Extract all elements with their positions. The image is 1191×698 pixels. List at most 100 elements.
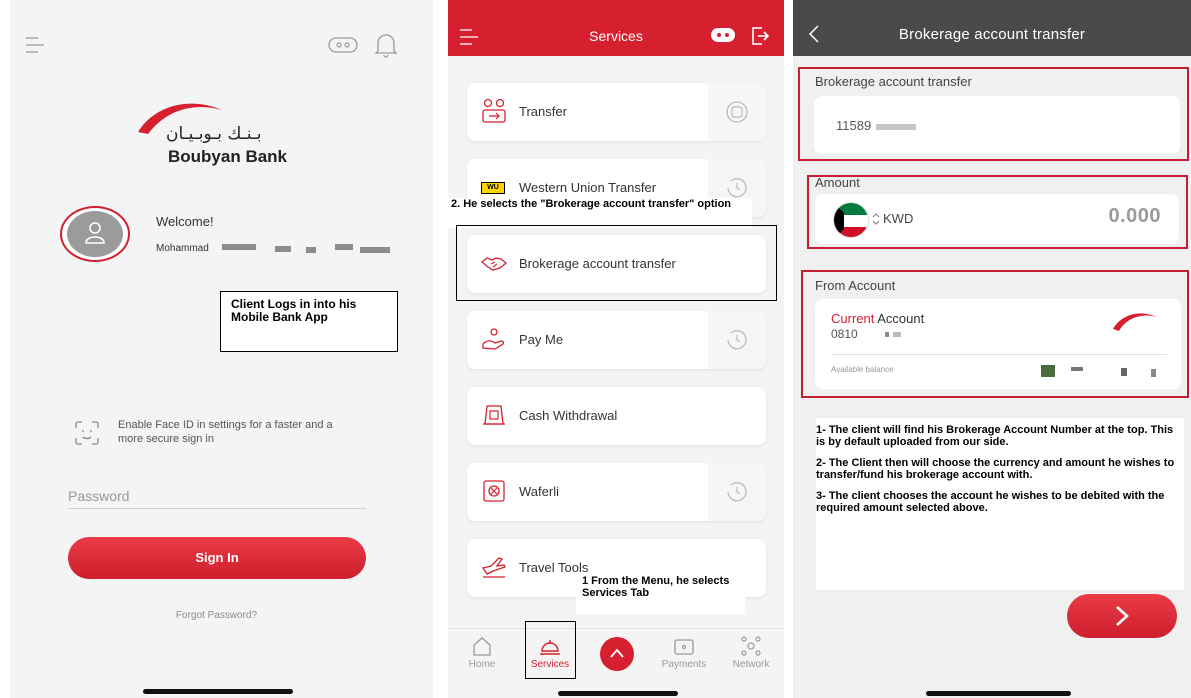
menu-icon[interactable] bbox=[26, 36, 44, 54]
chat-bot-icon[interactable] bbox=[328, 36, 358, 56]
from-account-label: From Account bbox=[815, 278, 896, 293]
instruction-3: 3- The client chooses the account he wis… bbox=[816, 490, 1165, 514]
notification-bell-icon[interactable] bbox=[374, 32, 398, 58]
airplane-icon bbox=[481, 557, 506, 578]
service-label: Transfer bbox=[519, 104, 567, 119]
instructions-callout: 1- The client will find his Brokerage Ac… bbox=[816, 418, 1184, 590]
kuwait-flag-icon bbox=[833, 202, 869, 238]
currency-code[interactable]: KWD bbox=[883, 211, 913, 226]
instruction-2: 2- The Client then will choose the curre… bbox=[816, 457, 1175, 481]
home-indicator bbox=[143, 689, 293, 694]
redacted-name bbox=[222, 244, 256, 250]
service-pay-me[interactable]: Pay Me bbox=[467, 311, 766, 369]
step-callout-services-tab: 1 From the Menu, he selects Services Tab bbox=[576, 574, 745, 614]
services-tab-highlight-box bbox=[525, 621, 576, 679]
password-underline bbox=[68, 508, 366, 509]
center-menu-button[interactable] bbox=[600, 637, 634, 671]
waferli-icon bbox=[483, 480, 505, 502]
user-icon bbox=[85, 222, 105, 244]
tab-network[interactable]: Network bbox=[721, 635, 781, 670]
home-indicator bbox=[558, 691, 678, 696]
redacted-name bbox=[335, 244, 353, 250]
next-button[interactable] bbox=[1067, 594, 1177, 638]
amount-field[interactable]: KWD 0.000 bbox=[815, 194, 1179, 244]
brokerage-header: Brokerage account transfer bbox=[793, 0, 1191, 56]
redacted-balance bbox=[1121, 368, 1127, 376]
western-union-logo: WU bbox=[481, 182, 505, 194]
chat-bot-icon[interactable] bbox=[710, 27, 736, 45]
history-icon bbox=[727, 330, 747, 350]
services-header: Services bbox=[448, 0, 784, 56]
chevron-up-icon bbox=[610, 648, 624, 658]
redacted-account bbox=[893, 332, 901, 337]
home-indicator bbox=[926, 691, 1071, 696]
login-screen: بـنـك بـوبـيـان Boubyan Bank Welcome! Mo… bbox=[10, 0, 433, 698]
pay-me-icon bbox=[482, 328, 505, 350]
bank-name: Boubyan Bank bbox=[168, 147, 288, 166]
redacted-account bbox=[885, 332, 889, 337]
tab-home[interactable]: Home bbox=[452, 635, 512, 670]
brokerage-account-number: 11589 bbox=[836, 118, 872, 133]
page-title: Brokerage account transfer bbox=[898, 26, 1086, 43]
chevron-right-icon bbox=[1116, 606, 1129, 626]
bank-logo: بـنـك بـوبـيـان Boubyan Bank bbox=[130, 96, 320, 168]
quick-action[interactable] bbox=[708, 83, 766, 141]
home-icon bbox=[473, 637, 491, 656]
logout-icon[interactable] bbox=[750, 26, 770, 46]
account-type-highlight: Current bbox=[831, 311, 875, 326]
step-callout-select-brokerage: 2. He selects the "Brokerage account tra… bbox=[448, 198, 752, 228]
quick-action[interactable] bbox=[708, 463, 766, 521]
service-label: Travel Tools bbox=[519, 560, 589, 575]
tab-payments[interactable]: Payments bbox=[654, 635, 714, 670]
forgot-password-link[interactable]: Forgot Password? bbox=[10, 610, 423, 621]
redacted-account bbox=[876, 124, 916, 130]
history-icon bbox=[727, 482, 747, 502]
redacted-name bbox=[275, 246, 291, 252]
cycle-arrows-icon bbox=[726, 101, 748, 123]
from-account-card[interactable]: Current Account 0810 Available balance bbox=[815, 299, 1181, 389]
from-account-number: 0810 bbox=[831, 327, 858, 341]
account-type-rest: Account bbox=[874, 311, 925, 326]
redacted-balance bbox=[1041, 365, 1055, 377]
quick-action[interactable] bbox=[708, 311, 766, 369]
service-transfer[interactable]: Transfer bbox=[467, 83, 766, 141]
tab-label: Home bbox=[468, 659, 496, 670]
wallet-icon bbox=[674, 639, 694, 655]
brokerage-transfer-screen: Brokerage account transfer Brokerage acc… bbox=[793, 0, 1191, 698]
tab-label: Network bbox=[732, 659, 770, 670]
welcome-text: Welcome! bbox=[156, 214, 214, 229]
redacted-balance bbox=[1151, 369, 1156, 377]
account-type: Current Account bbox=[831, 311, 924, 326]
amount-label: Amount bbox=[815, 175, 860, 190]
redacted-name bbox=[306, 247, 316, 253]
face-id-icon[interactable] bbox=[74, 420, 100, 446]
card-divider bbox=[831, 354, 1167, 355]
step-callout-login: Client Logs in into his Mobile Bank App bbox=[220, 291, 398, 352]
service-label: Pay Me bbox=[519, 332, 564, 347]
amount-input[interactable]: 0.000 bbox=[1108, 205, 1161, 228]
tab-label: Payments bbox=[661, 659, 707, 670]
currency-selector-icon[interactable] bbox=[871, 212, 881, 226]
bank-name-arabic: بـنـك بـوبـيـان bbox=[166, 124, 262, 144]
username: Mohammad bbox=[156, 243, 209, 254]
service-cash-withdrawal[interactable]: Cash Withdrawal bbox=[467, 387, 766, 445]
transfer-icon bbox=[482, 98, 506, 123]
face-id-prompt[interactable]: Enable Face ID in settings for a faster … bbox=[118, 419, 358, 447]
password-input[interactable]: Password bbox=[68, 488, 129, 504]
logo-swoosh-icon bbox=[1113, 313, 1157, 331]
brokerage-highlight-box bbox=[456, 225, 777, 301]
service-label: Waferli bbox=[519, 484, 559, 499]
brokerage-account-field[interactable]: 11589 bbox=[814, 96, 1180, 154]
redacted-name bbox=[360, 247, 390, 253]
brokerage-account-label: Brokerage account transfer bbox=[815, 74, 972, 89]
sign-in-button[interactable]: Sign In bbox=[68, 537, 366, 579]
service-waferli[interactable]: Waferli bbox=[467, 463, 766, 521]
avatar[interactable] bbox=[60, 206, 130, 262]
redacted-balance bbox=[1071, 367, 1083, 371]
service-label: Western Union Transfer bbox=[519, 180, 657, 195]
instruction-1: 1- The client will find his Brokerage Ac… bbox=[816, 424, 1174, 448]
cash-withdrawal-icon bbox=[483, 405, 505, 425]
network-icon bbox=[741, 636, 761, 656]
available-balance-label: Available balance bbox=[831, 365, 894, 374]
services-screen: Services Transfer WU Western Union Trans… bbox=[448, 0, 784, 698]
